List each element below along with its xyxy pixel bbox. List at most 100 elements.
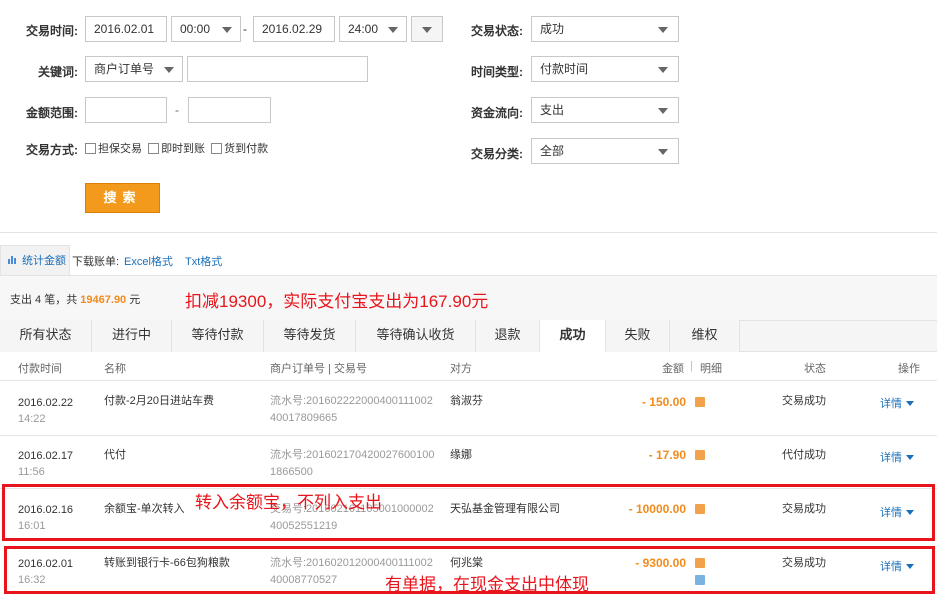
stats-amount-link[interactable]: 统计金额 <box>22 252 66 268</box>
checkbox[interactable] <box>211 143 223 154</box>
summary-unit: 元 <box>129 294 141 306</box>
keyword-label: 关键词: <box>38 65 78 79</box>
keyword-input[interactable] <box>187 56 368 82</box>
chevron-down-icon <box>222 27 232 33</box>
row2-status: 代付成功 <box>782 449 826 461</box>
chevron-down-icon <box>422 27 432 33</box>
method-option-guarantee[interactable]: 担保交易 <box>85 143 142 155</box>
excel-download-link[interactable]: Excel格式 <box>124 253 173 269</box>
method-option-label: 货到付款 <box>224 143 269 155</box>
download-label: 下载账单: <box>72 256 120 268</box>
start-date-input[interactable]: 2016.02.01 <box>85 16 167 42</box>
detail-label: 详情 <box>880 452 902 464</box>
method-option-cod[interactable]: 货到付款 <box>211 143 268 155</box>
amount-range-dash: - <box>175 103 179 117</box>
tab-all-status[interactable]: 所有状态 <box>0 320 92 352</box>
chevron-down-icon <box>658 108 668 114</box>
row2-detail-link[interactable]: 详情 <box>880 449 914 465</box>
yuebao-annotation: 转入余额宝，不列入支出 <box>195 493 382 512</box>
category-label: 交易分类: <box>471 147 523 161</box>
time-type-select[interactable]: 付款时间 <box>531 56 679 82</box>
row2-amount: - 17.90 <box>648 448 686 462</box>
keyword-type-select[interactable]: 商户订单号 <box>85 56 183 82</box>
chevron-down-icon <box>658 27 668 33</box>
chevron-down-icon <box>658 149 668 155</box>
summary-annotation: 扣减19300，实际支付宝支出为167.90元 <box>185 292 489 311</box>
col-status: 状态 <box>804 363 826 375</box>
tab-wait-ship[interactable]: 等待发货 <box>264 320 356 352</box>
tab-wait-confirm[interactable]: 等待确认收货 <box>356 320 476 352</box>
start-time-select[interactable]: 00:00 <box>171 16 241 42</box>
row2-serial-cont: 1866500 <box>270 466 313 478</box>
flow-select[interactable]: 支出 <box>531 97 679 123</box>
summary-text: 支出 4 笔，共 19467.90 元 <box>10 291 140 307</box>
search-button[interactable]: 搜索 <box>85 183 160 213</box>
row1-name: 付款-2月20日进站车费 <box>104 395 215 407</box>
end-time-value: 24:00 <box>348 22 379 36</box>
keyword-type-value: 商户订单号 <box>94 62 155 76</box>
status-select[interactable]: 成功 <box>531 16 679 42</box>
tab-wait-pay[interactable]: 等待付款 <box>172 320 264 352</box>
divider <box>0 232 937 233</box>
row2-date: 2016.02.17 <box>18 450 74 462</box>
row1-date: 2016.02.22 <box>18 397 74 409</box>
col-amount: 金额 <box>662 363 684 375</box>
note-icon[interactable] <box>695 450 705 460</box>
date-preset-dropdown[interactable] <box>411 16 443 42</box>
end-date-input[interactable]: 2016.02.29 <box>253 16 335 42</box>
tab-refund[interactable]: 退款 <box>476 320 540 352</box>
row1-status: 交易成功 <box>782 395 826 407</box>
col-separator: | <box>690 360 693 372</box>
col-order-number: 商户订单号 | 交易号 <box>270 363 367 375</box>
col-name: 名称 <box>104 363 126 375</box>
method-option-label: 即时到账 <box>161 143 206 155</box>
status-value: 成功 <box>540 22 565 36</box>
amount-range-label: 金额范围: <box>26 106 78 120</box>
row2-serial: 流水号:20160217042002760010​0 <box>270 449 435 461</box>
trade-method-label: 交易方式: <box>26 143 78 157</box>
bar-chart-icon <box>8 253 19 267</box>
flow-label: 资金流向: <box>471 106 523 120</box>
tab-failed[interactable]: 失败 <box>606 320 670 352</box>
date-range-dash: - <box>243 22 247 36</box>
end-time-select[interactable]: 24:00 <box>339 16 407 42</box>
flow-value: 支出 <box>540 103 565 117</box>
tab-in-progress[interactable]: 进行中 <box>92 320 172 352</box>
time-type-value: 付款时间 <box>540 62 589 76</box>
chevron-down-icon <box>388 27 398 33</box>
method-option-label: 担保交易 <box>98 143 142 155</box>
row1-amount: - 150.00 <box>641 395 686 409</box>
row1-detail-link[interactable]: 详情 <box>880 395 914 411</box>
row2-party: 缘娜 <box>450 449 472 461</box>
tab-success[interactable]: 成功 <box>540 320 606 352</box>
chevron-down-icon <box>658 67 668 73</box>
divider <box>0 435 937 436</box>
col-detail: 明细 <box>700 363 722 375</box>
category-select[interactable]: 全部 <box>531 138 679 164</box>
tab-rights[interactable]: 维权 <box>670 320 740 352</box>
amount-min-input[interactable] <box>85 97 167 123</box>
col-pay-time: 付款时间 <box>18 363 62 375</box>
status-label: 交易状态: <box>471 24 523 38</box>
amount-max-input[interactable] <box>188 97 271 123</box>
detail-label: 详情 <box>880 398 902 410</box>
category-value: 全部 <box>540 144 565 158</box>
txt-download-link[interactable]: Txt格式 <box>185 253 222 269</box>
trade-method-options: 担保交易 即时到账 货到付款 <box>85 140 268 156</box>
row1-time: 14:22 <box>18 413 46 425</box>
row2-name: 代付 <box>104 449 126 461</box>
row1-serial-cont: 40017809665 <box>270 412 338 424</box>
row1-serial: 流水号:20160222200040011100​2 <box>270 395 433 407</box>
row2-time: 11:56 <box>18 466 45 478</box>
checkbox[interactable] <box>148 143 160 154</box>
chevron-down-icon <box>164 67 174 73</box>
chevron-down-icon <box>906 455 914 460</box>
method-option-instant[interactable]: 即时到账 <box>148 143 205 155</box>
note-icon[interactable] <box>695 397 705 407</box>
summary-prefix: 支出 4 笔，共 <box>10 294 78 306</box>
summary-total: 19467.90 <box>80 294 127 306</box>
col-operation: 操作 <box>898 363 920 375</box>
annotation-box <box>2 484 935 541</box>
checkbox[interactable] <box>85 143 96 154</box>
time-type-label: 时间类型: <box>471 65 523 79</box>
